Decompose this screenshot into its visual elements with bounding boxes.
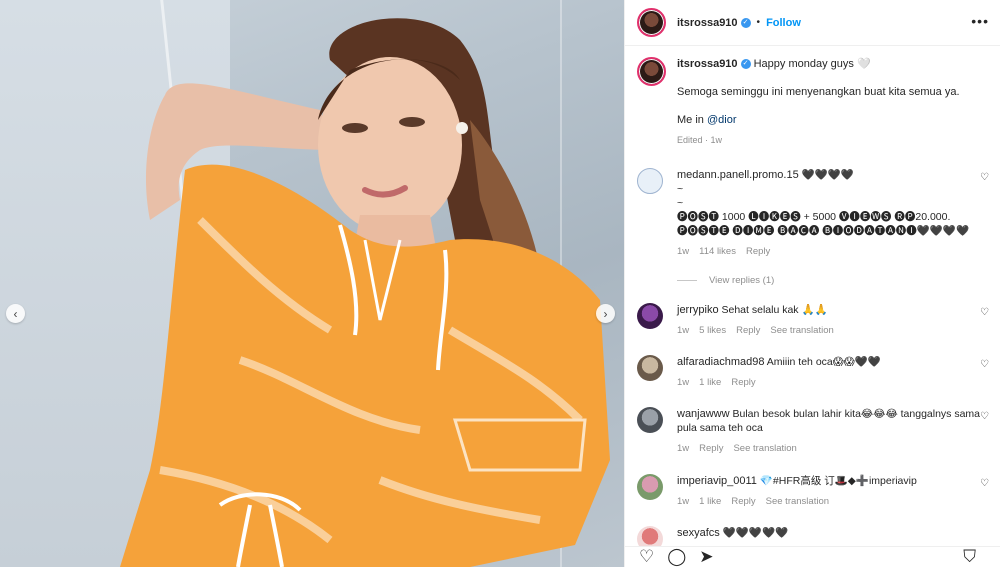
post-photo bbox=[120, 18, 610, 567]
comment-likes[interactable]: 1 like bbox=[699, 377, 721, 388]
follow-button[interactable]: Follow bbox=[766, 17, 801, 29]
commenter-avatar[interactable] bbox=[637, 303, 663, 329]
view-replies-button[interactable]: View replies (1) bbox=[677, 275, 989, 286]
comment-username[interactable]: wanjawww bbox=[677, 408, 730, 420]
comment-likes[interactable]: 5 likes bbox=[699, 325, 726, 336]
comment-time: 1w bbox=[677, 246, 690, 257]
like-comment-heart-icon[interactable]: ♡ bbox=[980, 172, 989, 183]
author-username[interactable]: itsrossa910 bbox=[677, 17, 738, 29]
commenter-avatar[interactable] bbox=[637, 474, 663, 500]
share-icon[interactable]: ➤ bbox=[699, 547, 713, 567]
chevron-right-icon: › bbox=[603, 306, 608, 321]
caption-line-2: Semoga seminggu ini menyenangkan buat ki… bbox=[677, 86, 960, 98]
comment-username[interactable]: sexyafcs bbox=[677, 527, 720, 539]
comment-item: sexyafcs 🖤🖤🖤🖤🖤 bbox=[637, 526, 989, 546]
comment-text-line: 🅟🅞🅢🅣🅔 🅓🅘🅜🅔 🅑🅐🅒🅐 🅑🅘🅞🅓🅐🅣🅐🅝🅘🖤🖤🖤🖤 bbox=[677, 225, 970, 237]
chevron-left-icon: ‹ bbox=[13, 306, 18, 321]
comment-time: 1w bbox=[677, 377, 690, 388]
like-comment-heart-icon[interactable]: ♡ bbox=[980, 411, 989, 422]
commenter-avatar[interactable] bbox=[637, 526, 663, 546]
comment-item: alfaradiachmad98 Amiiin teh oca😱😱🖤🖤 1w 1 … bbox=[637, 355, 989, 390]
like-comment-heart-icon[interactable]: ♡ bbox=[980, 307, 989, 318]
comment-username[interactable]: imperiavip_0011 bbox=[677, 475, 757, 487]
comment-text-line: ~ bbox=[677, 183, 684, 195]
view-replies-label: View replies (1) bbox=[709, 275, 775, 286]
comment-username[interactable]: medann.panell.promo.15 bbox=[677, 169, 799, 181]
heart-icon[interactable]: ♡ bbox=[639, 547, 654, 567]
caption-meta: Edited · 1w bbox=[677, 135, 723, 145]
reply-button[interactable]: Reply bbox=[746, 246, 770, 257]
verified-badge-icon: ✓ bbox=[740, 59, 751, 70]
reply-button[interactable]: Reply bbox=[731, 377, 755, 388]
reply-button[interactable]: Reply bbox=[699, 443, 723, 454]
see-translation-button[interactable]: See translation bbox=[766, 496, 829, 507]
comment-time: 1w bbox=[677, 443, 690, 454]
post-caption: itsrossa910 ✓ Happy monday guys 🤍 Semoga … bbox=[637, 57, 987, 147]
comment-item: wanjawww Bulan besok bulan lahir kita😂😂😂… bbox=[637, 407, 989, 456]
replies-divider bbox=[677, 280, 697, 281]
see-translation-button[interactable]: See translation bbox=[770, 325, 833, 336]
next-image-button[interactable]: › bbox=[596, 304, 615, 323]
comment-username[interactable]: alfaradiachmad98 bbox=[677, 356, 764, 368]
comment-text: Amiiin teh oca😱😱🖤🖤 bbox=[766, 356, 881, 368]
post-header: itsrossa910 ✓ • Follow ••• bbox=[625, 0, 1000, 46]
previous-image-button[interactable]: ‹ bbox=[6, 304, 25, 323]
caption-author-avatar[interactable] bbox=[637, 57, 666, 86]
comment-icon[interactable]: ◯ bbox=[667, 547, 686, 567]
commenter-avatar[interactable] bbox=[637, 407, 663, 433]
caption-line-3-prefix: Me in bbox=[677, 114, 704, 126]
post-sidebar: itsrossa910 ✓ • Follow ••• itsrossa910 ✓ … bbox=[624, 0, 1000, 567]
comment-text: 💎#HFR高级 订🎩◆➕imperiavip bbox=[759, 475, 917, 487]
more-options-icon[interactable]: ••• bbox=[971, 13, 989, 29]
separator-dot: • bbox=[756, 17, 761, 28]
comment-likes[interactable]: 1 like bbox=[699, 496, 721, 507]
see-translation-button[interactable]: See translation bbox=[733, 443, 796, 454]
comment-likes[interactable]: 114 likes bbox=[699, 246, 736, 257]
bookmark-icon[interactable]: ⛉ bbox=[963, 547, 976, 567]
comment-text-line: ~ bbox=[677, 197, 684, 209]
post-media[interactable]: ‹ › bbox=[0, 0, 624, 567]
like-comment-heart-icon[interactable]: ♡ bbox=[980, 478, 989, 489]
comment-text: 🖤🖤🖤🖤 bbox=[801, 169, 854, 181]
caption-line-1: Happy monday guys 🤍 bbox=[753, 58, 871, 70]
comment-text-line: 🅟🅞🅢🅣 1000 🅛🅘🅚🅔🅢 + 5000 🅥🅘🅔🅦🅢 🅡🅟20.000. bbox=[677, 211, 951, 223]
comment-item: medann.panell.promo.15 🖤🖤🖤🖤 ~ ~ 🅟🅞🅢🅣 100… bbox=[637, 168, 989, 286]
reply-button[interactable]: Reply bbox=[731, 496, 755, 507]
reply-button[interactable]: Reply bbox=[736, 325, 760, 336]
like-comment-heart-icon[interactable]: ♡ bbox=[980, 359, 989, 370]
commenter-avatar[interactable] bbox=[637, 355, 663, 381]
comment-item: jerrypiko Sehat selalu kak 🙏🙏 1w 5 likes R… bbox=[637, 303, 989, 338]
comment-username[interactable]: jerrypiko bbox=[677, 304, 719, 316]
post-action-bar: ♡ ◯ ➤ ⛉ bbox=[625, 546, 1000, 567]
caption-username[interactable]: itsrossa910 bbox=[677, 58, 738, 70]
verified-badge-icon: ✓ bbox=[740, 17, 751, 28]
comment-text: Sehat selalu kak 🙏🙏 bbox=[721, 304, 828, 316]
comment-time: 1w bbox=[677, 496, 690, 507]
comment-time: 1w bbox=[677, 325, 690, 336]
comment-item: imperiavip_0011 💎#HFR高级 订🎩◆➕imperiavip 1… bbox=[637, 474, 989, 509]
author-avatar[interactable] bbox=[637, 8, 666, 37]
comment-text: 🖤🖤🖤🖤🖤 bbox=[722, 527, 789, 539]
commenter-avatar[interactable] bbox=[637, 168, 663, 194]
brand-mention-link[interactable]: @dior bbox=[707, 114, 737, 126]
